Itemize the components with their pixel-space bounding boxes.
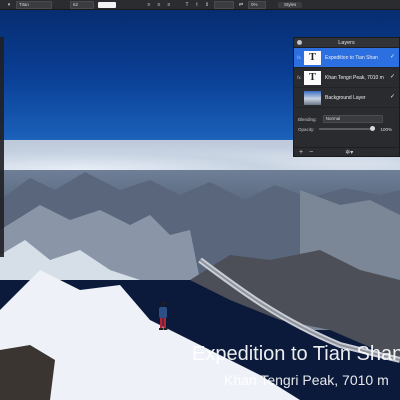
layer-name[interactable]: Expedition to Tian Shan	[325, 55, 378, 61]
layer-row-khan-tengri[interactable]: fx T Khan Tengri Peak, 7010 m ✓	[294, 68, 399, 88]
line-spacing-icon[interactable]: ⇕	[204, 2, 210, 8]
image-layer-thumbnail	[304, 90, 321, 105]
layer-name[interactable]: Khan Tengri Peak, 7010 m	[325, 75, 384, 81]
add-layer-button[interactable]: +	[299, 149, 303, 156]
layers-panel: Layers fx T Expedition to Tian Shan ✓ fx…	[293, 37, 400, 157]
text-layer-thumbnail: T	[304, 70, 321, 85]
text-case-icon[interactable]: t	[194, 2, 200, 8]
text-tool-icon[interactable]: ▾	[6, 2, 12, 8]
align-right-icon[interactable]: ≡	[166, 2, 172, 8]
text-size-icon[interactable]: T	[184, 2, 190, 8]
blending-row: Blending: Normal	[294, 114, 399, 124]
visibility-check-icon[interactable]: ✓	[390, 54, 396, 60]
opacity-slider-knob[interactable]	[369, 126, 375, 131]
layers-panel-footer: + − ✲▾	[294, 147, 399, 156]
zoom-field[interactable]: 0%	[248, 0, 266, 9]
app-window: Expedition to Tian Shan Khan Tengri Peak…	[0, 0, 400, 400]
layer-settings-gear-icon[interactable]: ✲▾	[345, 149, 353, 156]
layer-effects-icon[interactable]: ⇄	[238, 2, 244, 8]
opacity-slider[interactable]	[318, 126, 375, 131]
layer-row-background[interactable]: Background Layer ✓	[294, 88, 399, 108]
visibility-check-icon[interactable]: ✓	[390, 74, 396, 80]
opacity-label: Opacity:	[298, 126, 315, 132]
spacing-field[interactable]	[214, 0, 234, 9]
layers-panel-title: Layers	[338, 39, 355, 46]
canvas-subtitle-text[interactable]: Khan Tengri Peak, 7010 m	[224, 372, 400, 388]
blending-label: Blending:	[298, 116, 317, 122]
layer-fx-icon[interactable]: fx	[294, 55, 304, 60]
left-side-panel[interactable]	[0, 37, 4, 257]
text-color-swatch[interactable]	[98, 1, 116, 8]
align-left-icon[interactable]: ≡	[146, 2, 152, 8]
panel-menu-icon[interactable]	[297, 40, 302, 45]
visibility-check-icon[interactable]: ✓	[390, 94, 396, 100]
layer-row-expedition[interactable]: fx T Expedition to Tian Shan ✓	[294, 48, 399, 68]
font-family-select[interactable]: Titan	[16, 0, 52, 9]
styles-button[interactable]: Styles	[278, 1, 303, 8]
text-layer-thumbnail: T	[304, 50, 321, 65]
opacity-value[interactable]: 100%	[381, 127, 393, 132]
layer-fx-icon[interactable]: fx	[294, 75, 304, 80]
canvas-title-text[interactable]: Expedition to Tian Shan	[192, 343, 400, 366]
climber-figure	[159, 301, 168, 330]
align-center-icon[interactable]: ≡	[156, 2, 162, 8]
font-size-field[interactable]: 62	[70, 0, 94, 9]
remove-layer-button[interactable]: −	[309, 149, 313, 156]
opacity-row: Opacity: 100%	[294, 124, 399, 134]
layer-name[interactable]: Background Layer	[325, 95, 366, 101]
layers-panel-header[interactable]: Layers	[294, 38, 399, 48]
blending-mode-select[interactable]: Normal	[322, 115, 383, 123]
top-toolbar: ▾ Titan 62 ≡ ≡ ≡ T t ⇕ ⇄ 0% Styles	[0, 0, 400, 10]
